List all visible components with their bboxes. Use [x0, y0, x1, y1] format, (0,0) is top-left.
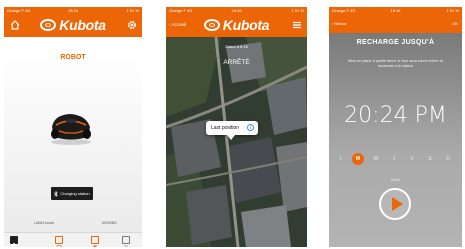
home-tab-icon[interactable] [10, 236, 18, 247]
charging-station-label: Charging station [60, 191, 90, 196]
recharge-header: Orange F 4G 18:16 1 91 % ‹ Retour OK [329, 7, 462, 33]
calendar-tab-icon[interactable] [55, 236, 63, 247]
gear-icon[interactable] [127, 20, 137, 30]
info-icon[interactable]: i [247, 124, 254, 131]
day-thursday[interactable]: J [388, 153, 400, 165]
status-bar: Orange F 4G 18:16 1 91 % [4, 8, 142, 15]
day-monday[interactable]: L [335, 153, 347, 165]
map-screen: Orange F 4G 18:16 1 91 % ‹ Accueil Kubot… [166, 7, 307, 247]
bubble-pointer [227, 135, 235, 140]
battery-label: 1 91 % [446, 8, 459, 13]
settings-tab-icon[interactable] [91, 236, 99, 247]
status-bar: Orange F 4G 18:16 1 91 % [166, 8, 307, 15]
map-header: Orange F 4G 18:16 1 91 % ‹ Accueil Kubot… [166, 7, 307, 37]
status-bar: Orange F 4G 18:16 1 91 % [329, 8, 462, 15]
menu-icon[interactable] [292, 20, 302, 30]
map-tab-icon[interactable] [122, 236, 130, 247]
recharge-title: RECHARGE JUSQU'À [356, 39, 435, 46]
clock-label: 18:16 [390, 8, 401, 13]
start-label: Début [390, 178, 401, 182]
robot-header: Orange F 4G 18:16 1 91 % Kubota [4, 7, 142, 37]
recharge-screen: Orange F 4G 18:16 1 91 % ‹ Retour OK REC… [329, 7, 462, 247]
back-button[interactable]: ‹ Retour [332, 21, 346, 26]
day-wednesday[interactable]: M [370, 153, 382, 165]
kubota-logo: Kubota [166, 17, 307, 33]
chevron-left-icon: ‹ [332, 21, 334, 26]
status-time-label: Statut à 6:16 [225, 44, 248, 49]
ok-button[interactable]: OK [452, 21, 458, 26]
kubota-logo-mark [40, 19, 57, 31]
weekday-selector: L M M J V S D [335, 153, 456, 165]
robot-mower-image [51, 114, 91, 145]
last-position-label: Last position [211, 125, 240, 131]
mower-state-label: ARRÊTÉ [223, 59, 250, 66]
clock-label: 18:16 [67, 8, 78, 13]
clock-label: 18:16 [231, 8, 242, 13]
recharge-time-picker[interactable]: 20:24 PM [329, 103, 462, 128]
kubota-logo-text: Kubota [59, 17, 106, 33]
robot-screen: Orange F 4G 18:16 1 91 % Kubota ROBOT Ch… [4, 7, 142, 247]
last-position-bubble[interactable]: Last position i [206, 121, 258, 135]
kubota-logo: Kubota [4, 17, 142, 33]
back-label: Retour [334, 21, 347, 26]
day-friday[interactable]: V [406, 153, 418, 165]
charging-station-button[interactable]: Charging station [51, 187, 93, 200]
day-tuesday[interactable]: M [352, 153, 364, 165]
battery-label: 1 91 % [291, 8, 304, 13]
recharge-description: Mise en place à quelle heure le tour aur… [348, 59, 443, 68]
robot-info-left: LAWN bosch [34, 221, 55, 225]
robot-title: ROBOT [60, 54, 86, 61]
bottom-tab-bar [4, 232, 142, 247]
day-sunday[interactable]: D [442, 153, 454, 165]
robot-info-right: MOWING [101, 221, 117, 225]
play-icon[interactable] [379, 188, 411, 220]
bluetooth-icon [54, 190, 59, 197]
battery-label: 1 91 % [126, 8, 139, 13]
day-saturday[interactable]: S [424, 153, 436, 165]
kubota-logo-mark [203, 19, 220, 31]
kubota-logo-text: Kubota [222, 17, 270, 33]
